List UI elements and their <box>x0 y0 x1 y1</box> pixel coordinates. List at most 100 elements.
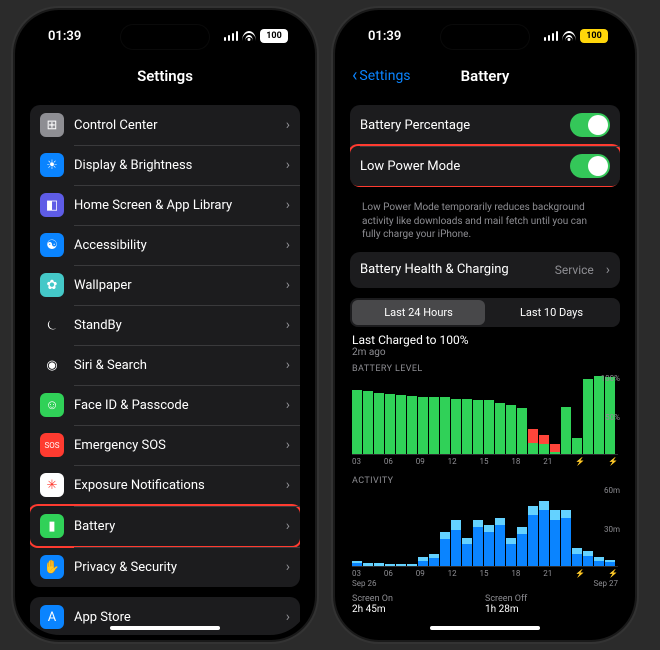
usage-summary: Screen On 2h 45m Screen Off 1h 28m <box>352 594 618 615</box>
row-accessibility[interactable]: ☯Accessibility› <box>30 225 300 265</box>
chevron-right-icon: › <box>286 117 290 133</box>
page-title: Settings <box>137 67 193 85</box>
row-wallpaper[interactable]: ✿ Wallpaper › <box>30 265 300 305</box>
back-button[interactable]: ‹ Settings <box>352 67 411 85</box>
status-time: 01:39 <box>368 29 401 44</box>
control-center-icon: ⊞ <box>40 113 64 137</box>
row-battery-percentage[interactable]: Battery Percentage <box>350 105 620 145</box>
row-faceid[interactable]: ☺Face ID & Passcode› <box>30 385 300 425</box>
label: StandBy <box>74 318 276 333</box>
xaxis-hours: 03060912151821⚡⚡ <box>352 457 618 466</box>
chevron-right-icon: › <box>286 277 290 293</box>
settings-group-1: ⊞Control Center› ☀ Display & Brightness › ◧ H… <box>30 105 300 587</box>
toggle-battery-percentage[interactable] <box>570 113 610 137</box>
settings-list[interactable]: ⊞Control Center› ☀ Display & Brightness › ◧ H… <box>20 95 310 635</box>
notch <box>440 24 530 50</box>
row-display-brightness[interactable]: ☀ Display & Brightness › <box>30 145 300 185</box>
wifi-icon <box>562 31 576 41</box>
navbar: Settings <box>20 57 310 95</box>
chevron-left-icon: ‹ <box>352 67 357 85</box>
battery-level-heading: BATTERY LEVEL <box>352 364 618 374</box>
label: App Store <box>74 610 276 625</box>
row-sos[interactable]: SOS Emergency SOS › <box>30 425 300 465</box>
label: Display & Brightness <box>74 158 276 173</box>
xaxis-days: Sep 26 Sep 27 <box>352 579 618 588</box>
time-range-segmented[interactable]: Last 24 Hours Last 10 Days <box>350 298 620 327</box>
privacy-icon: ✋ <box>40 555 64 579</box>
seg-last-24h[interactable]: Last 24 Hours <box>352 300 485 325</box>
chart-battery-level: 100% 50% <box>352 376 618 455</box>
screen-on-value: 2h 45m <box>352 604 485 615</box>
chevron-right-icon: › <box>286 357 290 373</box>
label: Battery Percentage <box>360 118 560 133</box>
chevron-right-icon: › <box>286 609 290 625</box>
screen-on-label: Screen On <box>352 594 485 604</box>
appstore-icon: A <box>40 605 64 629</box>
row-low-power-mode[interactable]: Low Power Mode <box>350 146 620 186</box>
display-brightness-icon: ☀ <box>40 153 64 177</box>
chevron-right-icon: › <box>286 197 290 213</box>
row-control-center[interactable]: ⊞Control Center› <box>30 105 300 145</box>
row-exposure[interactable]: ✳ Exposure Notifications › <box>30 465 300 505</box>
chevron-right-icon: › <box>286 397 290 413</box>
activity-heading: ACTIVITY <box>352 476 618 486</box>
signal-icon <box>544 31 559 41</box>
toggle-low-power-mode[interactable] <box>570 154 610 178</box>
row-privacy[interactable]: ✋ Privacy & Security › <box>30 547 300 587</box>
row-standby[interactable]: ⏾StandBy› <box>30 305 300 345</box>
sos-icon: SOS <box>40 433 64 457</box>
label: Privacy & Security <box>74 560 276 575</box>
label: Wallpaper <box>74 278 276 293</box>
seg-last-10d[interactable]: Last 10 Days <box>485 300 618 325</box>
exposure-icon: ✳ <box>40 473 64 497</box>
screen-settings: 01:39 100 Settings ⊞Control Center› ☀ Disp… <box>20 15 310 635</box>
low-power-footnote: Low Power Mode temporarily reduces backg… <box>350 197 620 242</box>
back-label: Settings <box>359 68 410 84</box>
battery-pill: 100 <box>260 29 288 43</box>
label: Exposure Notifications <box>74 478 276 493</box>
row-battery-health[interactable]: Battery Health & Charging Service › <box>350 252 620 288</box>
screen-off-label: Screen Off <box>485 594 618 604</box>
chevron-right-icon: › <box>286 317 290 333</box>
label: Face ID & Passcode <box>74 398 276 413</box>
home-indicator[interactable] <box>110 626 220 630</box>
screen-battery: 01:39 100 ‹ Settings Battery Battery Per… <box>340 15 630 635</box>
siri-icon: ◉ <box>40 353 64 377</box>
battery-content[interactable]: Battery Percentage Low Power Mode Low Po… <box>340 95 630 635</box>
group-health: Battery Health & Charging Service › <box>350 252 620 288</box>
label: Emergency SOS <box>74 438 276 453</box>
chevron-right-icon: › <box>286 157 290 173</box>
label: Battery Health & Charging <box>360 262 545 277</box>
battery-pill: 100 <box>580 29 608 43</box>
page-title: Battery <box>461 67 510 85</box>
last-charged-sub: 2m ago <box>352 347 618 358</box>
group-toggles: Battery Percentage Low Power Mode <box>350 105 620 187</box>
accessibility-icon: ☯ <box>40 233 64 257</box>
row-battery[interactable]: ▮Battery› <box>30 506 300 546</box>
row-siri[interactable]: ◉ Siri & Search › <box>30 345 300 385</box>
phone-settings: 01:39 100 Settings ⊞Control Center› ☀ Disp… <box>15 10 315 640</box>
phone-battery: 01:39 100 ‹ Settings Battery Battery Per… <box>335 10 635 640</box>
ylabel-100: 100% <box>601 374 620 383</box>
row-home-screen[interactable]: ◧ Home Screen & App Library › <box>30 185 300 225</box>
wallpaper-icon: ✿ <box>40 273 64 297</box>
navbar: ‹ Settings Battery <box>340 57 630 95</box>
chevron-right-icon: › <box>286 477 290 493</box>
day-a: Sep 26 <box>352 579 376 588</box>
label: Siri & Search <box>74 358 276 373</box>
detail: Service <box>555 263 594 277</box>
chart-activity: 60m 30m <box>352 488 618 567</box>
chevron-right-icon: › <box>286 518 290 534</box>
signal-icon <box>224 31 239 41</box>
chevron-right-icon: › <box>286 559 290 575</box>
wifi-icon <box>242 31 256 41</box>
home-indicator[interactable] <box>430 626 540 630</box>
home-screen-icon: ◧ <box>40 193 64 217</box>
chevron-right-icon: › <box>606 262 610 278</box>
ylabel-30m: 30m <box>604 525 620 534</box>
status-time: 01:39 <box>48 29 81 44</box>
notch <box>120 24 210 50</box>
label: Home Screen & App Library <box>74 198 276 213</box>
chevron-right-icon: › <box>286 437 290 453</box>
screen-off-value: 1h 28m <box>485 604 618 615</box>
